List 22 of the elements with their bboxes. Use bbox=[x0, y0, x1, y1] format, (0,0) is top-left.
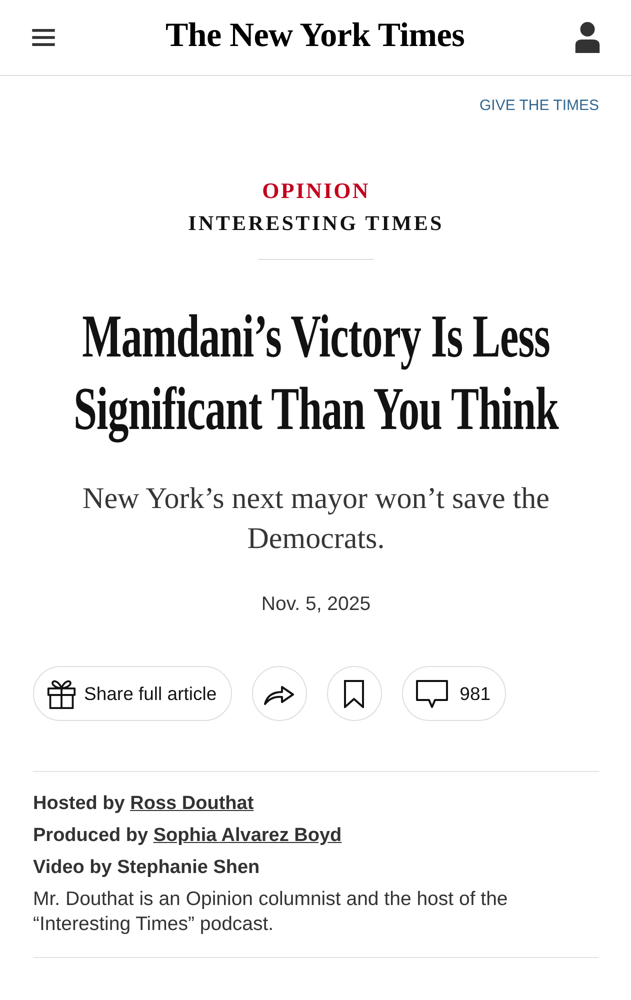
share-article-button[interactable]: Share full article bbox=[33, 666, 232, 721]
headline: Mamdani’s Victory Is Less Significant Than You Think bbox=[72, 303, 560, 446]
bio-text: Mr. Douthat is an Opinion columnist and the host of the “Interesting Times” podcast. bbox=[33, 887, 509, 937]
give-link[interactable]: GIVE THE TIMES bbox=[480, 96, 599, 116]
person-icon bbox=[574, 22, 600, 53]
section-link[interactable]: OPINION bbox=[262, 176, 370, 206]
person-link[interactable]: Sophia Alvarez Boyd bbox=[153, 825, 342, 846]
publish-date: Nov. 5, 2025 bbox=[261, 592, 371, 616]
menu-button[interactable] bbox=[32, 29, 55, 46]
logo-link[interactable]: The New York Times bbox=[165, 16, 465, 54]
gift-icon bbox=[47, 678, 76, 708]
comments-button[interactable]: 981 bbox=[402, 666, 506, 721]
summary-text: New York’s next mayor won’t save the Democrats. bbox=[82, 481, 550, 557]
account-button[interactable] bbox=[574, 22, 600, 53]
credit-text: Video by Stephanie Shen bbox=[33, 857, 260, 878]
credit-role: Hosted by bbox=[33, 793, 125, 814]
person-link[interactable]: Ross Douthat bbox=[130, 793, 254, 814]
speech-bubble-icon bbox=[416, 680, 448, 708]
menu-icon bbox=[32, 29, 55, 46]
series-link[interactable]: INTERESTING TIMES bbox=[188, 209, 444, 237]
credit-role: Produced by bbox=[33, 825, 148, 846]
bookmark-icon bbox=[344, 680, 364, 708]
